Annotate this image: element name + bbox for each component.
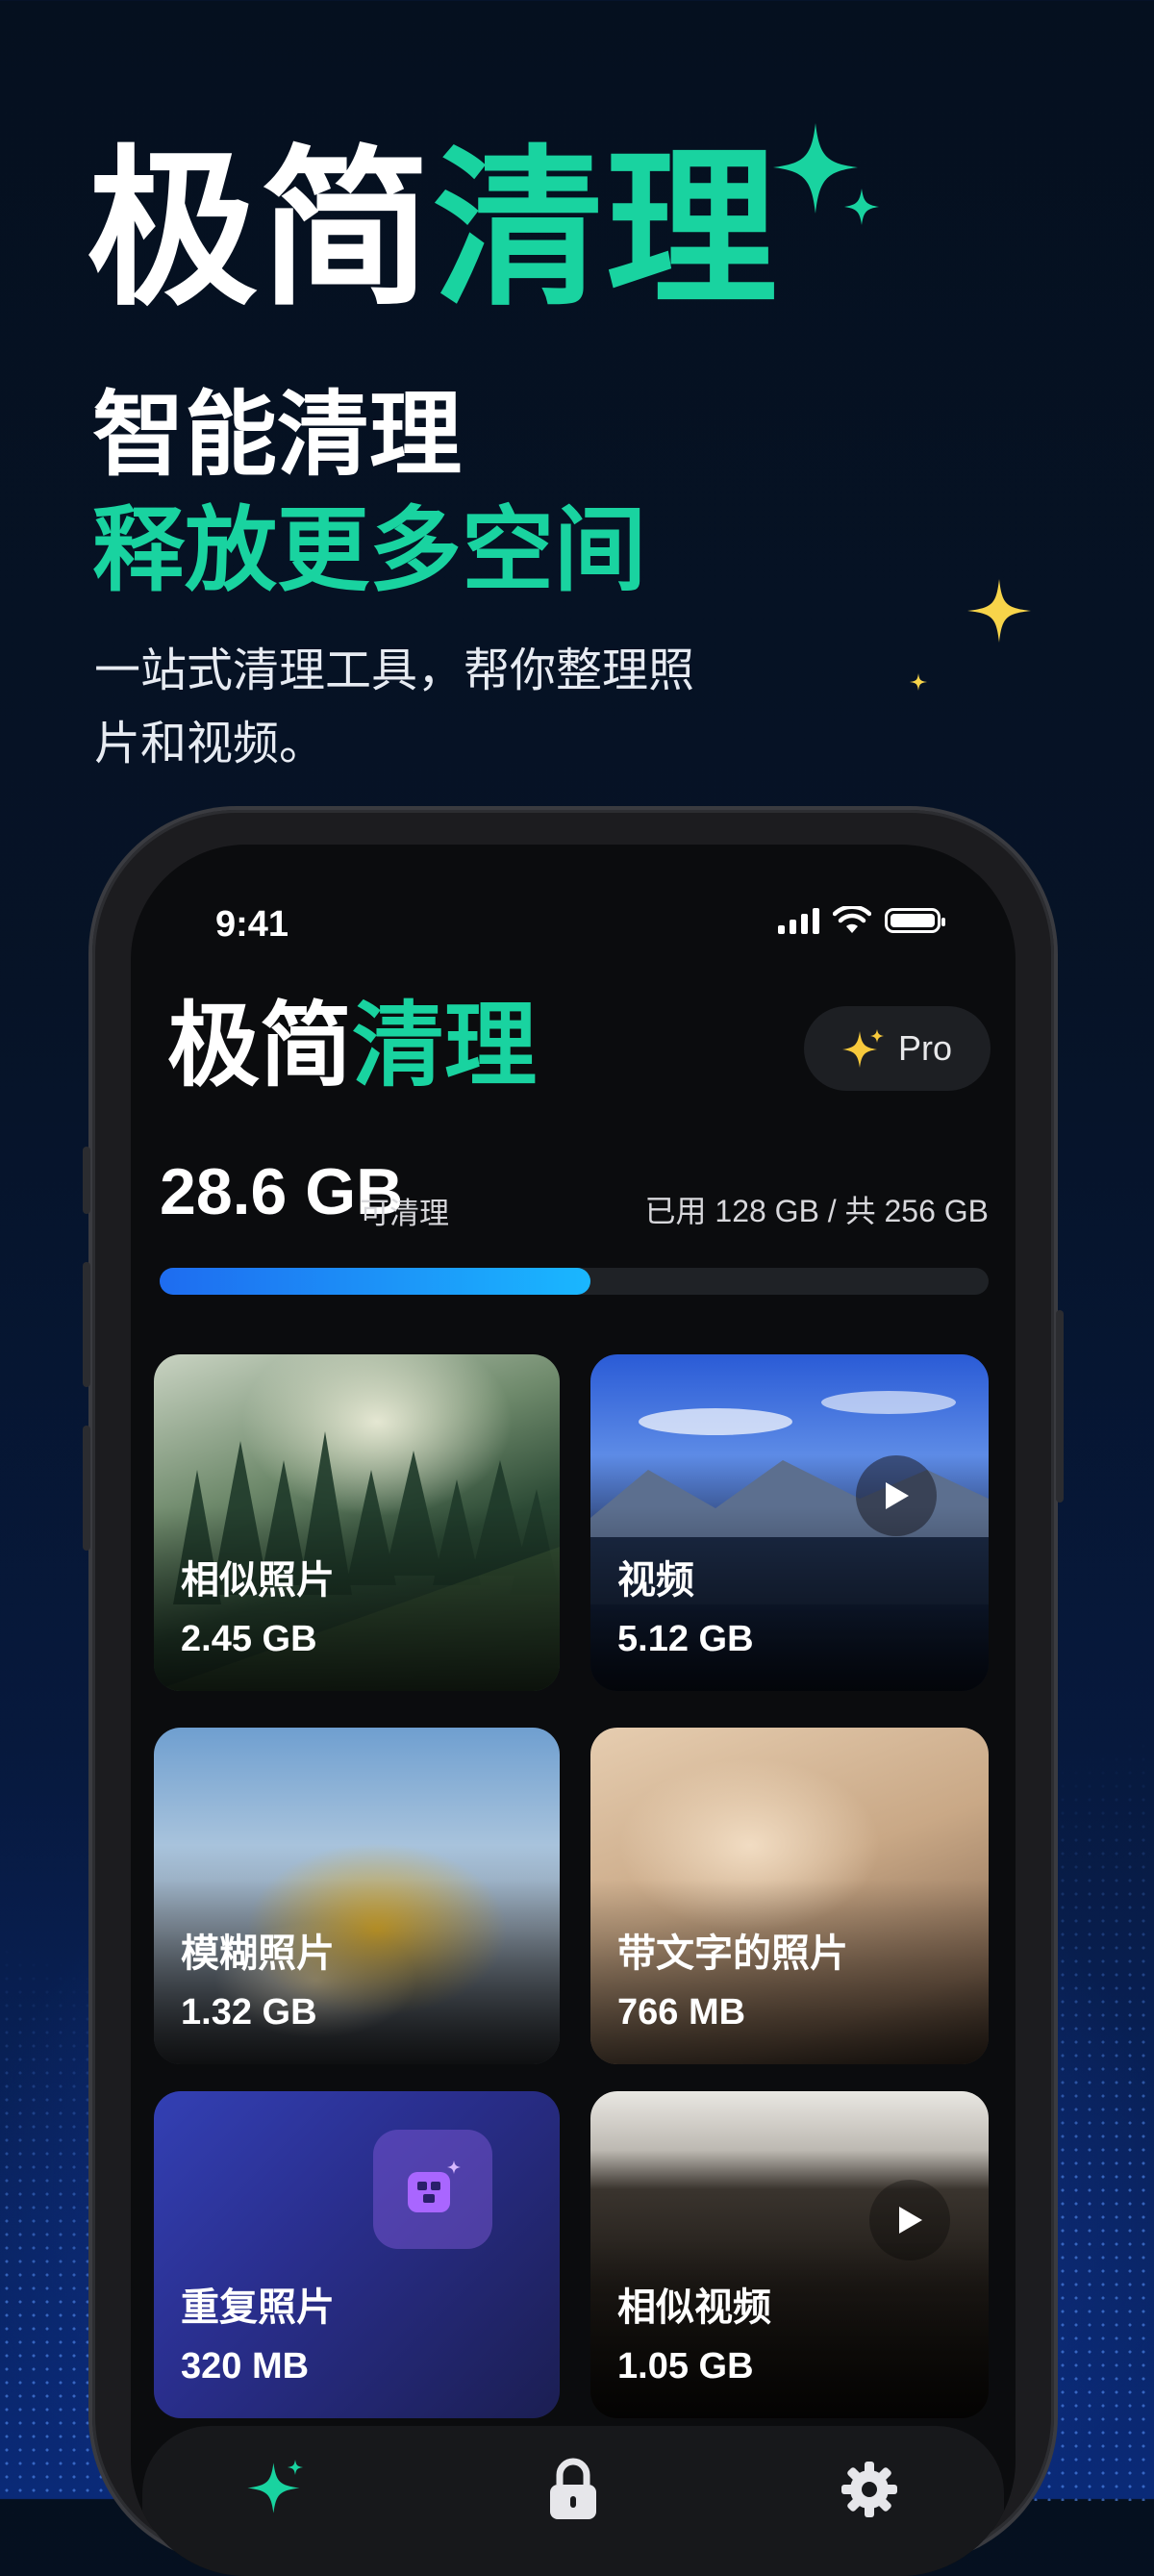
card-blurry-photos[interactable]: 模糊照片 1.32 GB	[154, 1728, 560, 2064]
tab-lock[interactable]	[535, 2451, 612, 2528]
tab-bar	[142, 2426, 1004, 2576]
sparkle-icon	[247, 2460, 303, 2513]
card-size: 766 MB	[617, 1992, 746, 2033]
card-size: 1.05 GB	[617, 2346, 754, 2387]
side-button	[83, 1147, 90, 1214]
card-size: 1.32 GB	[181, 1992, 317, 2033]
card-similar-videos[interactable]: 相似视频 1.05 GB	[590, 2091, 989, 2418]
card-name: 相似视频	[617, 2286, 771, 2329]
card-similar-photos[interactable]: 相似照片 2.45 GB	[154, 1354, 560, 1691]
card-name: 带文字的照片	[617, 1932, 848, 1975]
app-title: 极简清理	[167, 1000, 537, 1093]
hero-title-white: 极简	[87, 134, 433, 325]
card-size: 320 MB	[181, 2346, 310, 2387]
card-size: 2.45 GB	[181, 1619, 317, 1659]
gear-icon	[841, 2462, 897, 2517]
card-name: 相似照片	[181, 1559, 335, 1602]
app-title-white: 极简	[167, 995, 352, 1098]
star-icon	[967, 579, 1031, 643]
card-videos[interactable]: 视频 5.12 GB	[590, 1354, 989, 1691]
status-icons	[778, 906, 945, 935]
side-button	[1056, 1310, 1064, 1503]
storage-usage: 已用 128 GB / 共 256 GB	[644, 1194, 990, 1228]
sparkle-icon	[841, 1029, 884, 1068]
hero-subtitle-2: 释放更多空间	[92, 499, 646, 602]
cleanable-label: 可清理	[360, 1197, 449, 1230]
phone-screen: 9:41 极简清理 Pro 28.6 GB 可清理 已用 128 GB / 共 …	[131, 845, 1016, 2576]
card-duplicate-photos[interactable]: 重复照片 320 MB	[154, 2091, 560, 2418]
tab-settings[interactable]	[831, 2451, 908, 2528]
phone-frame: 9:41 极简清理 Pro 28.6 GB 可清理 已用 128 GB / 共 …	[83, 810, 1064, 2576]
hero-title-green: 清理	[433, 134, 779, 325]
pro-label: Pro	[897, 1028, 953, 1068]
duplicate-icon	[408, 2160, 461, 2212]
app-title-green: 清理	[352, 995, 537, 1098]
card-size: 5.12 GB	[617, 1619, 754, 1659]
play-icon	[899, 2207, 922, 2234]
duplicate-icon-tile	[373, 2130, 492, 2249]
wifi-icon	[833, 906, 871, 933]
side-button	[83, 1262, 90, 1387]
sparkle-icon	[773, 123, 879, 225]
hero-subtitle-1: 智能清理	[92, 384, 462, 487]
side-button	[83, 1426, 90, 1551]
pro-button[interactable]: Pro	[804, 1006, 991, 1091]
battery-icon	[885, 908, 945, 933]
card-text-photos[interactable]: 带文字的照片 766 MB	[590, 1728, 989, 2064]
hero-description: 一站式清理工具，帮你整理照片和视频。	[94, 645, 695, 770]
star-small-icon	[910, 673, 927, 691]
card-name: 模糊照片	[181, 1932, 335, 1975]
hero-title: 极简清理	[87, 144, 779, 316]
lock-icon	[550, 2458, 596, 2519]
storage-progress-fill	[160, 1268, 591, 1295]
card-name: 视频	[617, 1559, 694, 1602]
signal-icon	[778, 907, 819, 934]
status-time: 9:41	[215, 904, 289, 945]
card-name: 重复照片	[181, 2286, 335, 2329]
storage-progress	[160, 1268, 989, 1295]
tab-clean[interactable]	[238, 2451, 315, 2528]
